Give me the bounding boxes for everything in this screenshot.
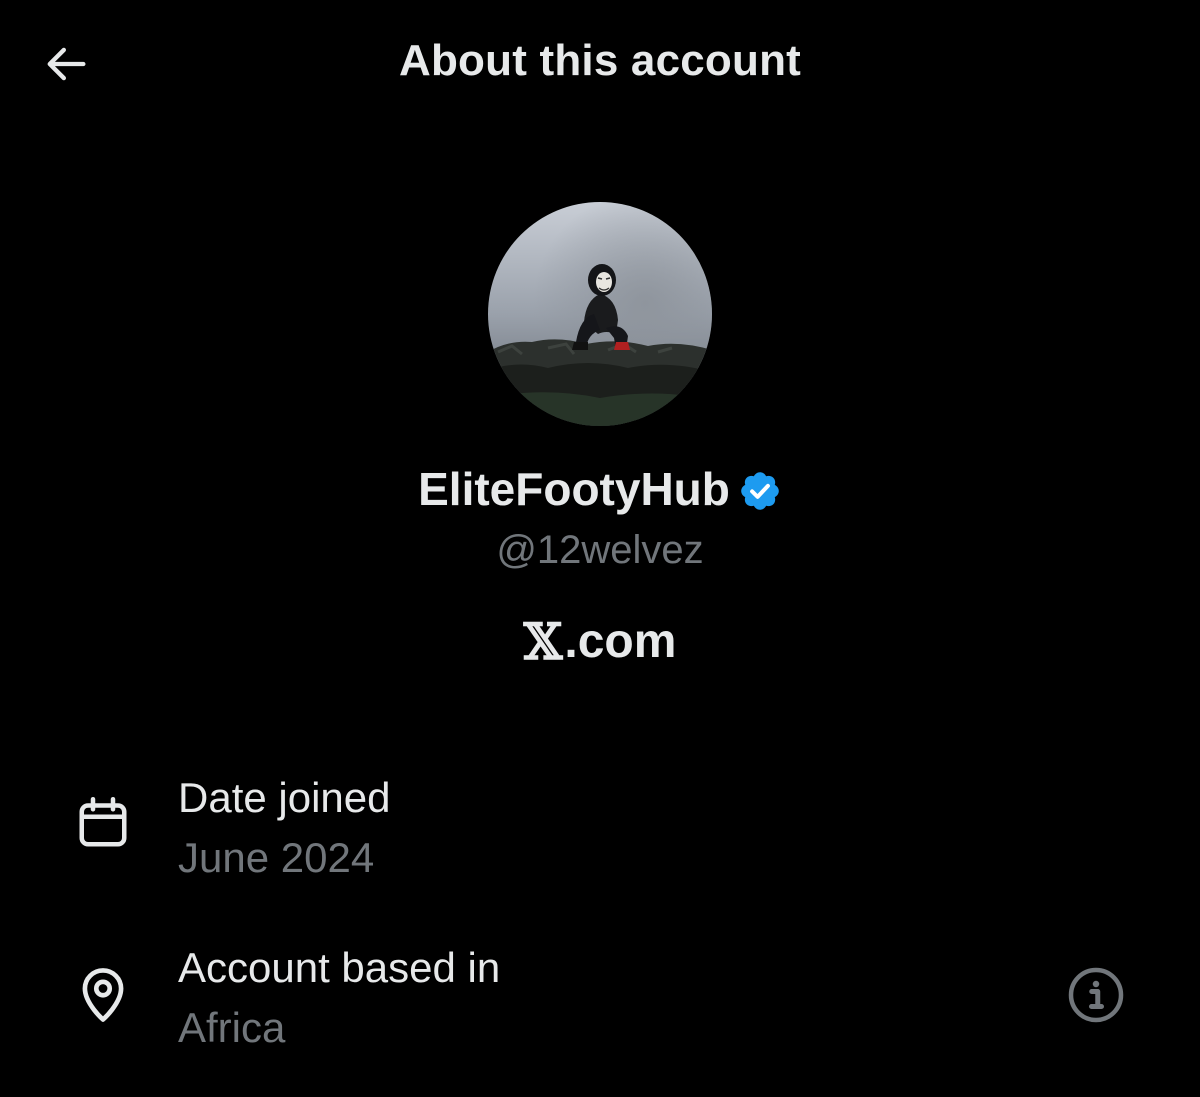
avatar[interactable] xyxy=(488,202,712,426)
account-based-in-row: Account based in Africa xyxy=(0,930,1200,1060)
account-handle: @12welvez xyxy=(496,528,704,572)
account-based-in-value: Africa xyxy=(178,1004,286,1051)
date-joined-label: Date joined xyxy=(178,774,391,821)
top-app-bar: About this account xyxy=(0,0,1200,128)
location-pin-icon xyxy=(70,962,136,1028)
profile-name-row: EliteFootyHub xyxy=(0,462,1200,516)
platform-label: 𝕏 .com xyxy=(0,612,1200,671)
verified-badge-icon xyxy=(738,469,782,513)
account-based-in-label: Account based in xyxy=(178,944,501,991)
avatar-image xyxy=(488,202,712,426)
date-joined-row: Date joined June 2024 xyxy=(0,760,1200,890)
info-button[interactable] xyxy=(1064,963,1128,1027)
info-icon xyxy=(1068,967,1124,1023)
page-title: About this account xyxy=(398,36,802,85)
platform-domain: .com xyxy=(564,615,677,668)
x-logo: 𝕏 xyxy=(523,612,563,671)
display-name: EliteFootyHub xyxy=(418,463,730,515)
date-joined-value: June 2024 xyxy=(178,834,375,881)
calendar-icon xyxy=(70,790,136,856)
